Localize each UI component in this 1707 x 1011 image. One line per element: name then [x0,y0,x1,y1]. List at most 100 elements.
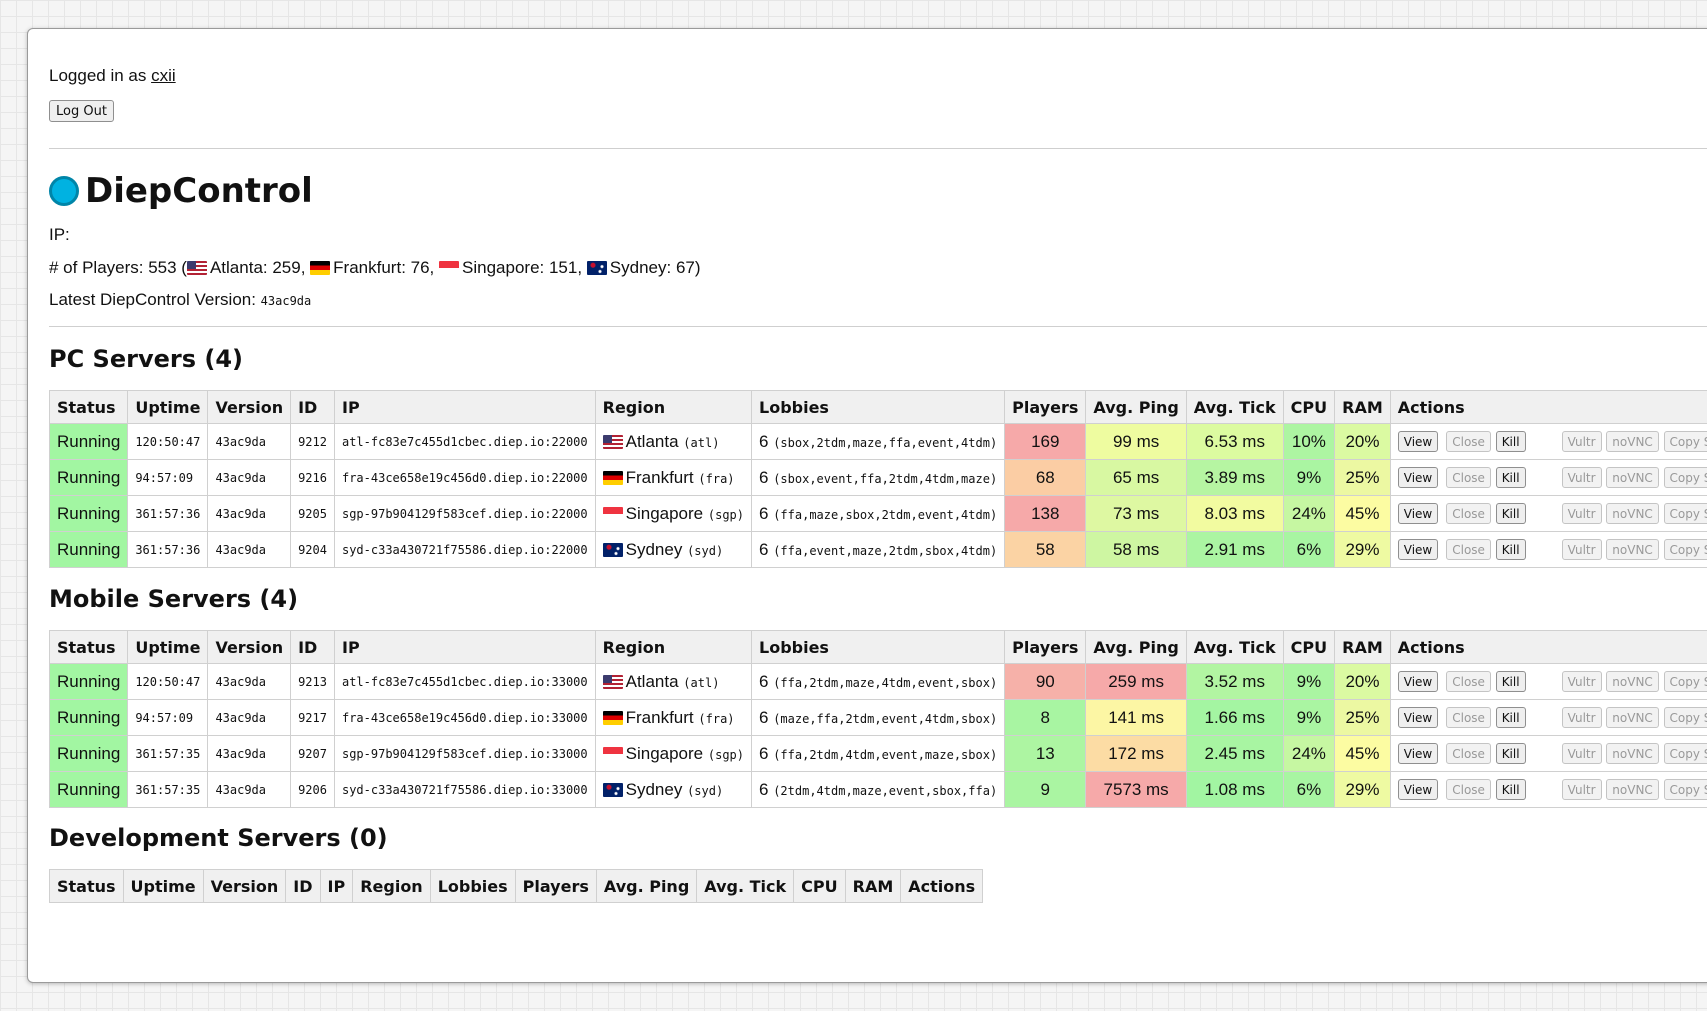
close-button[interactable]: Close [1446,743,1491,765]
close-button[interactable]: Close [1446,671,1491,693]
column-header: Region [594,390,753,424]
vultr-button[interactable]: Vultr [1561,743,1602,765]
lobbies-cell: 6 (sbox,event,ffa,2tdm,4tdm,maze) [750,459,1006,496]
ram-cell: 25% [1334,699,1391,736]
vultr-button[interactable]: Vultr [1561,431,1602,453]
view-button[interactable]: View [1397,779,1439,801]
novnc-button[interactable]: noVNC [1606,707,1659,729]
vultr-button[interactable]: Vultr [1561,671,1602,693]
copy-ssh-button[interactable]: Copy SSH [1663,431,1707,453]
column-header: IP [333,390,596,424]
view-button[interactable]: View [1397,671,1439,693]
sg-flag-icon [439,261,460,275]
close-button[interactable]: Close [1446,503,1491,525]
region-cell: Sydney (syd) [594,531,753,568]
copy-ssh-button[interactable]: Copy SSH [1663,503,1707,525]
kill-button[interactable]: Kill [1495,503,1526,525]
vultr-button[interactable]: Vultr [1561,467,1602,489]
lobbies-count: 6 [759,503,769,523]
lobbies-cell: 6 (ffa,2tdm,4tdm,event,maze,sbox) [750,735,1006,772]
copy-ssh-button[interactable]: Copy SSH [1663,539,1707,561]
copy-ssh-button[interactable]: Copy SSH [1663,707,1707,729]
kill-button[interactable]: Kill [1495,431,1526,453]
version-cell: 43ac9da [207,771,292,808]
region-name: Atlanta [625,671,679,691]
ping-cell: 73 ms [1085,495,1187,532]
novnc-button[interactable]: noVNC [1606,779,1659,801]
server-sections: PC Servers (4) Status Uptime Version ID IP Reg… [48,344,1707,903]
ping-cell: 172 ms [1085,735,1187,772]
ram-cell: 29% [1334,531,1391,568]
region-name: Frankfurt [625,467,694,487]
novnc-button[interactable]: noVNC [1606,467,1659,489]
ping-cell: 141 ms [1085,699,1187,736]
us-flag-icon [602,434,623,449]
view-button[interactable]: View [1397,503,1439,525]
logged-in-prefix: Logged in as [49,66,152,85]
column-header: Avg. Ping [1085,630,1187,664]
region-code: (atl) [683,675,720,690]
vultr-button[interactable]: Vultr [1561,779,1602,801]
status-cell: Running [48,531,129,568]
kill-button[interactable]: Kill [1495,779,1526,801]
login-status: Logged in as cxii [49,66,1707,86]
lobbies-list: (sbox,event,ffa,2tdm,4tdm,maze) [773,471,998,486]
vultr-button[interactable]: Vultr [1561,707,1602,729]
view-button[interactable]: View [1397,539,1439,561]
close-button[interactable]: Close [1446,431,1491,453]
novnc-button[interactable]: noVNC [1606,743,1659,765]
region-cell: Sydney (syd) [594,771,753,808]
kill-button[interactable]: Kill [1495,707,1526,729]
table-row: Running 361:57:36 43ac9da 9204 syd-c33a43072… [48,531,1707,568]
table-row: Running 120:50:47 43ac9da 9212 atl-fc83e7c45… [48,423,1707,460]
kill-button[interactable]: Kill [1495,671,1526,693]
close-button[interactable]: Close [1446,779,1491,801]
column-header: IP [319,869,354,903]
kill-button[interactable]: Kill [1495,467,1526,489]
lobbies-list: (ffa,2tdm,4tdm,event,maze,sbox) [773,747,998,762]
ip-cell: atl-fc83e7c455d1cbec.diep.io:22000 [333,423,596,460]
kill-button[interactable]: Kill [1495,539,1526,561]
column-header: Avg. Tick [1185,390,1284,424]
column-header: RAM [1334,630,1391,664]
novnc-button[interactable]: noVNC [1606,539,1659,561]
column-header: Players [1004,630,1087,664]
username-link[interactable]: cxii [151,66,176,85]
novnc-button[interactable]: noVNC [1606,431,1659,453]
uptime-cell: 120:50:47 [127,663,209,700]
column-header: Actions [900,869,984,903]
view-button[interactable]: View [1397,431,1439,453]
column-header: IP [333,630,596,664]
id-cell: 9216 [290,459,335,496]
copy-ssh-button[interactable]: Copy SSH [1663,779,1707,801]
us-flag-icon [186,261,207,275]
close-button[interactable]: Close [1446,707,1491,729]
copy-ssh-button[interactable]: Copy SSH [1663,671,1707,693]
logout-button[interactable]: Log Out [49,100,114,122]
novnc-button[interactable]: noVNC [1606,671,1659,693]
column-header: Region [352,869,431,903]
cpu-cell: 9% [1282,663,1336,700]
view-button[interactable]: View [1397,467,1439,489]
status-cell: Running [48,459,129,496]
close-button[interactable]: Close [1446,539,1491,561]
vultr-button[interactable]: Vultr [1561,503,1602,525]
column-header: Region [594,630,753,664]
au-flag-icon [586,261,607,275]
vultr-button[interactable]: Vultr [1561,539,1602,561]
ip-cell: sgp-97b904129f583cef.diep.io:33000 [333,735,596,772]
uptime-cell: 361:57:35 [127,735,209,772]
view-button[interactable]: View [1397,743,1439,765]
novnc-button[interactable]: noVNC [1606,503,1659,525]
uptime-cell: 94:57:09 [127,699,209,736]
copy-ssh-button[interactable]: Copy SSH [1663,743,1707,765]
lobbies-cell: 6 (ffa,maze,sbox,2tdm,event,4tdm) [750,495,1006,532]
players-cell: 9 [1004,771,1087,808]
column-header: Avg. Tick [696,869,795,903]
kill-button[interactable]: Kill [1495,743,1526,765]
version-cell: 43ac9da [207,699,292,736]
uptime-cell: 94:57:09 [127,459,209,496]
view-button[interactable]: View [1397,707,1439,729]
close-button[interactable]: Close [1446,467,1491,489]
copy-ssh-button[interactable]: Copy SSH [1663,467,1707,489]
